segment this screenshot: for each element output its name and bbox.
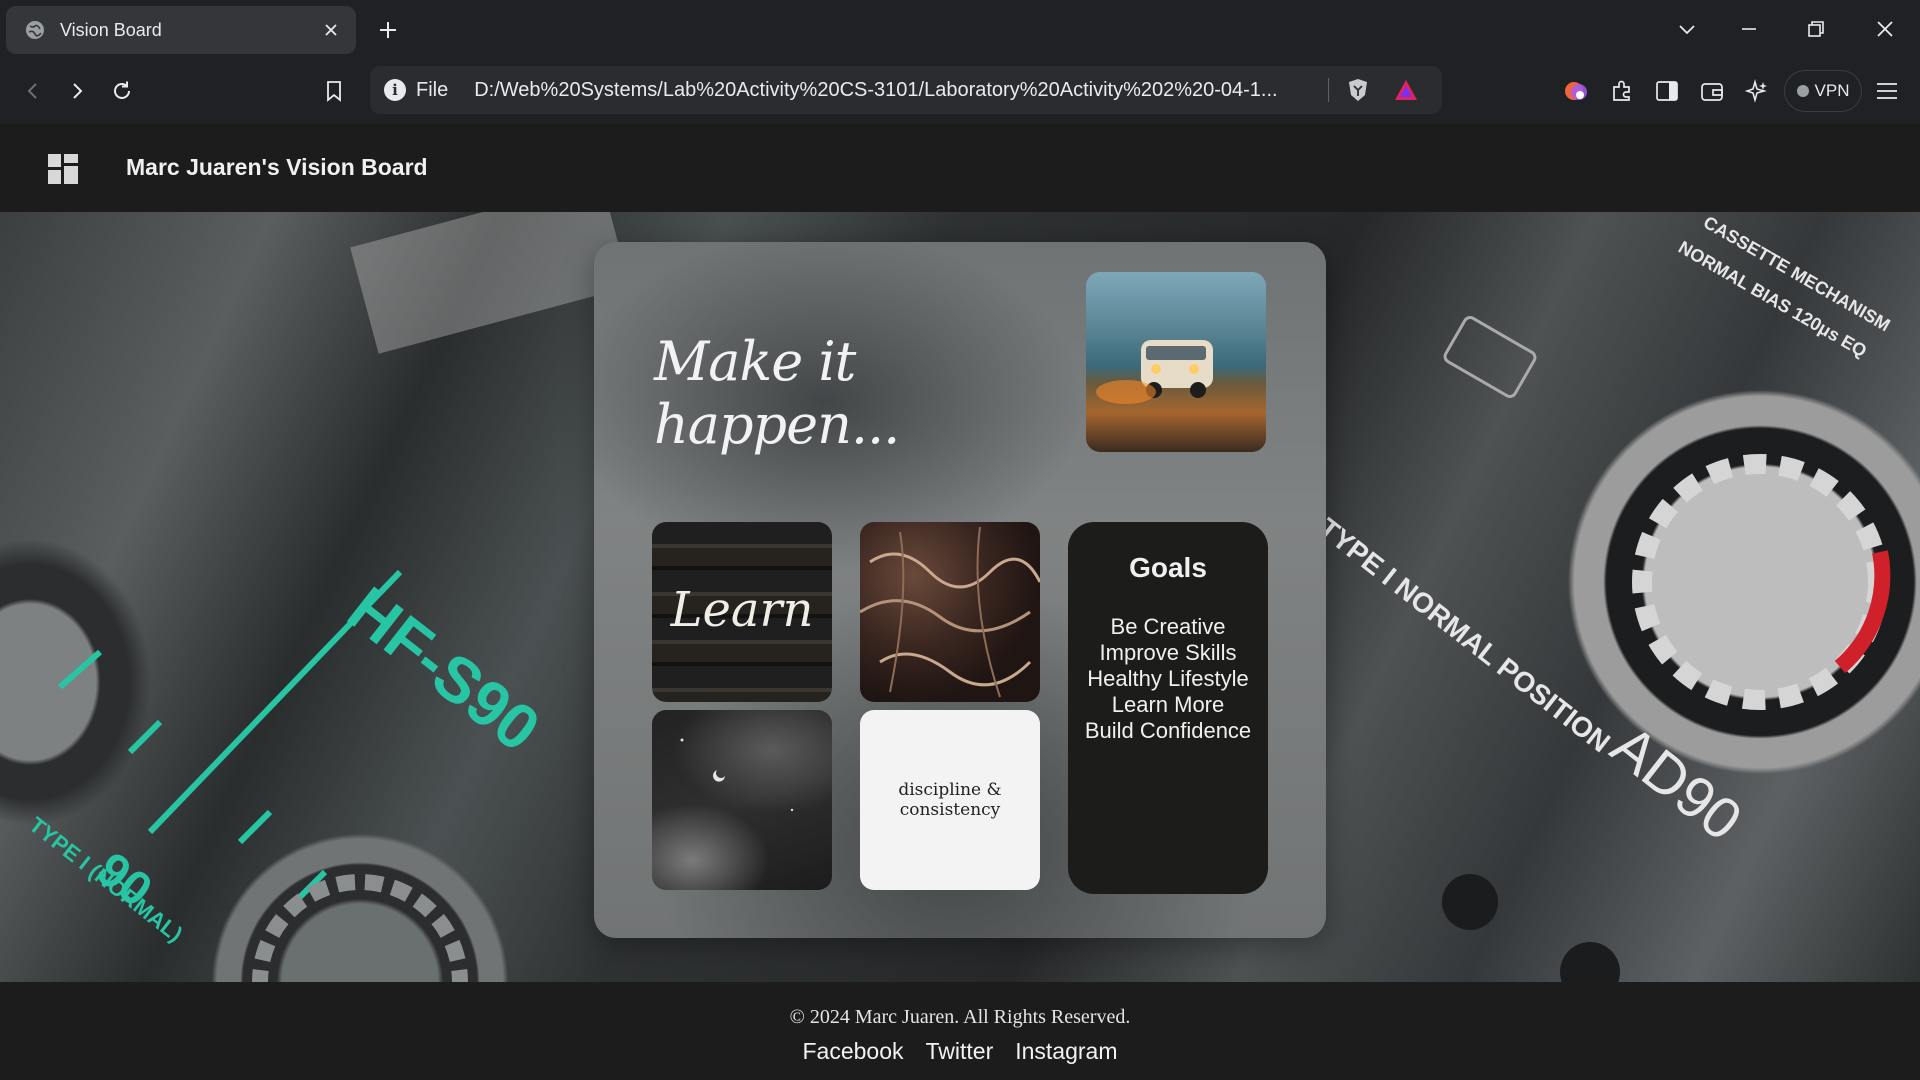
- web-page: Marc Juaren's Vision Board HF-S90 90 TYP…: [0, 124, 1920, 1080]
- vpn-button[interactable]: VPN: [1784, 70, 1862, 112]
- instagram-link[interactable]: Instagram: [1015, 1038, 1117, 1065]
- social-links: Facebook Twitter Instagram: [0, 1038, 1920, 1065]
- reload-icon[interactable]: [105, 74, 139, 108]
- browser-toolbar: i File D:/Web%20Systems/Lab%20Activity%2…: [0, 58, 1920, 124]
- discipline-text: discipline & consistency: [898, 780, 1002, 820]
- window-close-icon[interactable]: [1870, 14, 1900, 44]
- extension-color-icon[interactable]: [1559, 74, 1593, 108]
- vpn-status-icon: [1796, 85, 1809, 97]
- tab-title: Vision Board: [60, 19, 162, 40]
- sidebar-icon[interactable]: [1650, 74, 1684, 108]
- forward-icon[interactable]: [60, 74, 94, 108]
- camper-van-image: [1086, 272, 1266, 452]
- address-bar[interactable]: i File D:/Web%20Systems/Lab%20Activity%2…: [370, 66, 1442, 114]
- copyright-text: © 2024 Marc Juaren. All Rights Reserved.: [789, 1006, 1131, 1028]
- discipline-card: discipline & consistency: [860, 710, 1040, 890]
- puzzle-icon[interactable]: [1605, 74, 1639, 108]
- night-sky-image: [652, 710, 832, 890]
- info-icon: i: [384, 79, 406, 101]
- vpn-label: VPN: [1814, 81, 1850, 100]
- vision-board-card: Make it happen... Learn discipline & con…: [594, 242, 1326, 938]
- goal-item: Be Creative: [1110, 614, 1226, 639]
- goals-list: Be Creative Improve Skills Healthy Lifes…: [1068, 614, 1268, 744]
- goals-panel: Goals Be Creative Improve Skills Healthy…: [1068, 522, 1268, 894]
- brave-rewards-icon[interactable]: [1391, 75, 1421, 105]
- brave-shield-icon[interactable]: [1343, 75, 1373, 105]
- learn-bookshelf-image: Learn: [652, 522, 832, 702]
- browser-tab-bar: Vision Board: [0, 0, 1920, 58]
- goal-item: Healthy Lifestyle: [1087, 666, 1249, 691]
- chevron-down-icon[interactable]: [1672, 14, 1702, 44]
- menu-icon[interactable]: [1870, 74, 1904, 108]
- omnibox-divider: [1328, 78, 1330, 102]
- leo-ai-icon[interactable]: [1740, 74, 1774, 108]
- globe-icon: [26, 21, 44, 39]
- site-title: Marc Juaren's Vision Board: [126, 154, 428, 180]
- close-icon[interactable]: [320, 19, 342, 41]
- goal-item: Improve Skills: [1099, 640, 1237, 665]
- site-info-button[interactable]: i File: [384, 79, 448, 102]
- plus-icon[interactable]: [374, 16, 402, 44]
- restore-icon[interactable]: [1801, 14, 1831, 44]
- site-footer: © 2024 Marc Juaren. All Rights Reserved.…: [0, 982, 1920, 1080]
- goal-item: Build Confidence: [1084, 718, 1252, 743]
- hero-background: HF-S90 90 TYPE I (NORMAL) TYPE I NORMAL …: [0, 212, 1920, 982]
- tagline-text: Make it happen...: [654, 330, 900, 456]
- wallet-icon[interactable]: [1695, 74, 1729, 108]
- chocolate-dessert-image: [860, 522, 1040, 702]
- site-header: Marc Juaren's Vision Board: [0, 124, 1920, 212]
- browser-tab[interactable]: Vision Board: [6, 6, 356, 54]
- back-icon[interactable]: [16, 74, 50, 108]
- twitter-link[interactable]: Twitter: [926, 1038, 994, 1065]
- learn-text: Learn: [670, 582, 814, 638]
- goals-title: Goals: [1129, 552, 1207, 583]
- goal-item: Learn More: [1111, 692, 1225, 717]
- site-info-label: File: [416, 78, 449, 101]
- url-text[interactable]: D:/Web%20Systems/Lab%20Activity%20CS-310…: [474, 79, 1314, 102]
- minimize-icon[interactable]: [1734, 14, 1764, 44]
- bookmark-icon[interactable]: [317, 74, 351, 108]
- facebook-link[interactable]: Facebook: [802, 1038, 903, 1065]
- dashboard-grid-icon: [48, 154, 78, 184]
